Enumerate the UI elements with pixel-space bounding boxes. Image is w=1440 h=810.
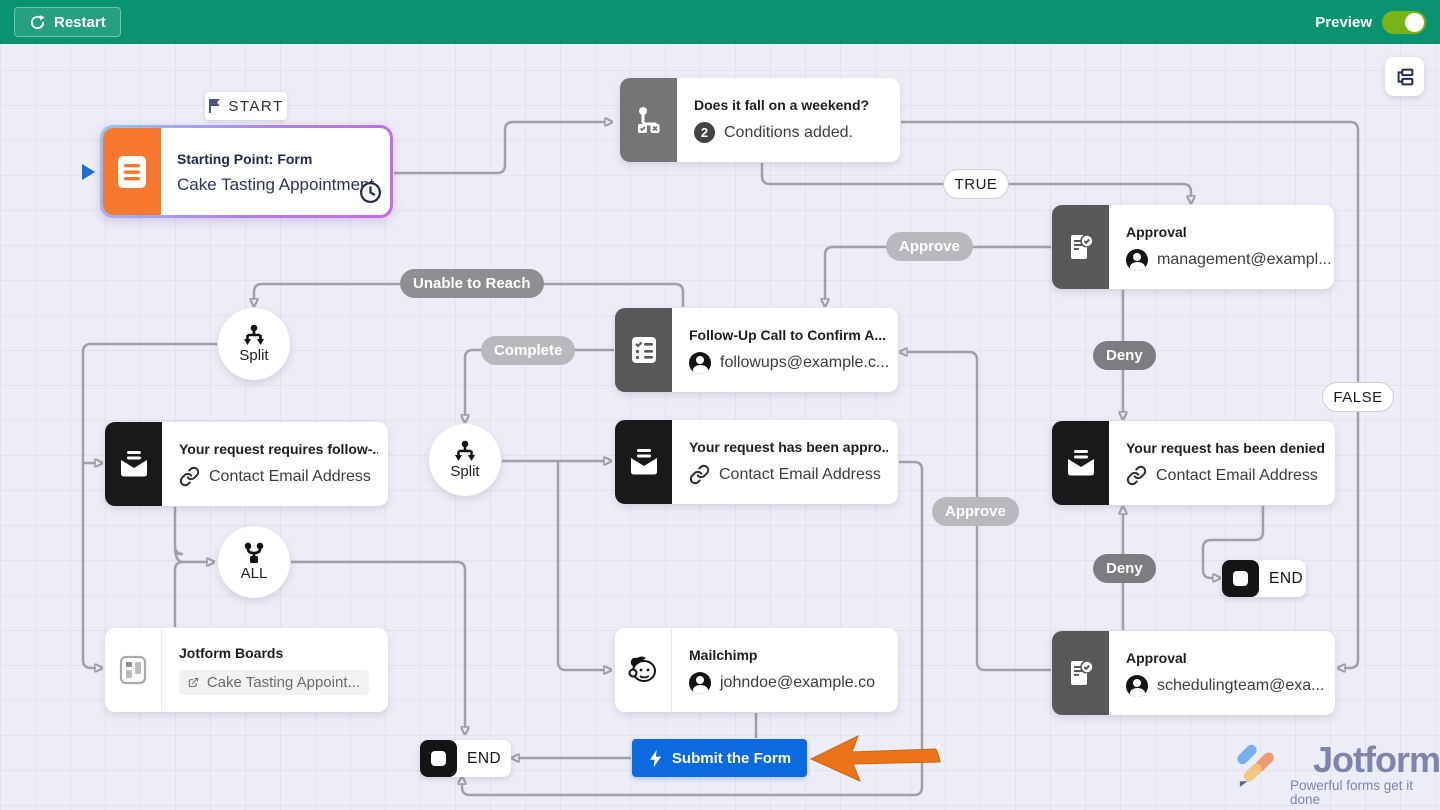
condition-branch-icon	[620, 78, 677, 162]
restart-icon	[29, 14, 46, 31]
branch-label-approve-top: Approve	[886, 232, 973, 261]
node-followup-call[interactable]: Follow-Up Call to Confirm A... followups…	[615, 308, 898, 392]
jotform-logo: Jotform Powerful forms get it done	[1236, 742, 1440, 806]
flag-icon	[208, 98, 222, 114]
recipient-field: Contact Email Address	[1156, 467, 1318, 485]
node-title: Follow-Up Call to Confirm A...	[689, 327, 888, 343]
node-condition-weekend[interactable]: Does it fall on a weekend? 2 Conditions …	[620, 78, 900, 162]
email-icon	[105, 422, 162, 506]
flow-layout-button[interactable]	[1385, 57, 1424, 96]
approver-email: management@exampl...	[1157, 251, 1332, 269]
node-mailchimp[interactable]: Mailchimp johndoe@example.co	[615, 628, 898, 712]
preview-label: Preview	[1315, 14, 1372, 31]
jotform-tagline: Powerful forms get it done	[1290, 779, 1440, 806]
merge-all-icon	[242, 542, 266, 564]
clock-icon	[358, 180, 383, 210]
branch-label-unable-to-reach: Unable to Reach	[400, 269, 544, 298]
lightning-icon	[648, 749, 663, 768]
gate-merge-all[interactable]: ALL	[218, 526, 290, 598]
run-cursor-icon	[82, 164, 95, 180]
jotform-logo-mark	[1236, 742, 1282, 788]
node-title: Your request has been denied	[1126, 440, 1325, 456]
preview-toggle[interactable]	[1382, 11, 1426, 34]
branch-label-complete: Complete	[481, 336, 575, 365]
gate-label: Split	[239, 347, 268, 364]
conditions-count-badge: 2	[694, 122, 715, 143]
branch-label-true: TRUE	[943, 169, 1009, 199]
avatar-icon	[689, 672, 711, 694]
branch-label-approve-bottom: Approve	[932, 497, 1019, 526]
email-icon	[615, 420, 672, 504]
approval-icon	[1052, 631, 1109, 715]
split-icon	[242, 324, 266, 346]
task-list-icon	[615, 308, 672, 392]
avatar-icon	[1126, 249, 1148, 271]
form-icon	[103, 128, 161, 215]
recipient-field: Contact Email Address	[719, 466, 881, 484]
boards-icon	[105, 628, 162, 712]
gate-label: ALL	[241, 565, 268, 582]
flow-tree-icon	[1394, 66, 1416, 88]
top-bar: Restart Preview	[0, 0, 1440, 44]
node-approval-scheduling[interactable]: Approval schedulingteam@exa...	[1052, 631, 1335, 715]
node-end-right[interactable]: END	[1222, 560, 1306, 597]
board-name: Cake Tasting Appoint...	[207, 674, 360, 691]
start-label-text: START	[228, 98, 283, 115]
restart-label: Restart	[54, 14, 106, 31]
avatar-icon	[1126, 675, 1148, 697]
approval-icon	[1052, 205, 1109, 289]
gate-split-1[interactable]: Split	[218, 308, 290, 380]
email-icon	[1052, 421, 1109, 505]
node-end-bottom[interactable]: END	[420, 740, 511, 777]
node-title: Your request requires follow-...	[179, 441, 378, 457]
node-title: Jotform Boards	[179, 645, 378, 661]
branch-label-deny-top: Deny	[1093, 341, 1156, 370]
link-icon	[689, 464, 710, 485]
node-title: Approval	[1126, 224, 1324, 240]
gate-label: Split	[450, 463, 479, 480]
start-flag-label: START	[205, 92, 287, 120]
avatar-icon	[689, 352, 711, 374]
account-email: johndoe@example.co	[720, 674, 875, 692]
end-icon	[420, 740, 457, 777]
board-link-chip[interactable]: Cake Tasting Appoint...	[179, 670, 369, 695]
gate-split-2[interactable]: Split	[429, 424, 501, 496]
node-title: Approval	[1126, 650, 1325, 666]
end-label: END	[457, 750, 511, 768]
mailchimp-icon	[615, 628, 672, 712]
restart-button[interactable]: Restart	[14, 7, 121, 37]
end-label: END	[1259, 570, 1313, 588]
submit-form-button[interactable]: Submit the Form	[632, 739, 807, 777]
external-link-icon	[188, 674, 199, 691]
assignee-email: followups@example.c...	[720, 354, 889, 372]
node-starting-point[interactable]: Starting Point: Form Cake Tasting Appoin…	[100, 125, 393, 218]
link-icon	[179, 466, 200, 487]
branch-label-false: FALSE	[1322, 382, 1394, 412]
link-icon	[1126, 465, 1147, 486]
node-jotform-boards[interactable]: Jotform Boards Cake Tasting Appoint...	[105, 628, 388, 712]
node-title: Your request has been appro...	[689, 439, 888, 455]
jotform-logo-text: Jotform	[1313, 742, 1440, 778]
node-title: Mailchimp	[689, 647, 888, 663]
branch-label-deny-bottom: Deny	[1093, 554, 1156, 583]
workflow-canvas[interactable]: START Starting Point: Form Cake Tasting …	[0, 0, 1440, 810]
node-email-requires-followup[interactable]: Your request requires follow-... Contact…	[105, 422, 388, 506]
split-icon	[453, 440, 477, 462]
submit-label: Submit the Form	[672, 750, 791, 767]
node-approval-management[interactable]: Approval management@exampl...	[1052, 205, 1334, 289]
node-form-name: Cake Tasting Appointment	[177, 175, 380, 195]
recipient-field: Contact Email Address	[209, 468, 371, 486]
end-icon	[1222, 560, 1259, 597]
node-title: Starting Point: Form	[177, 151, 380, 167]
approver-email: schedulingteam@exa...	[1157, 677, 1324, 695]
toggle-knob	[1405, 13, 1424, 32]
conditions-added-text: Conditions added.	[724, 124, 853, 142]
node-title: Does it fall on a weekend?	[694, 97, 890, 113]
node-email-denied[interactable]: Your request has been denied Contact Ema…	[1052, 421, 1335, 505]
node-email-approved[interactable]: Your request has been appro... Contact E…	[615, 420, 898, 504]
